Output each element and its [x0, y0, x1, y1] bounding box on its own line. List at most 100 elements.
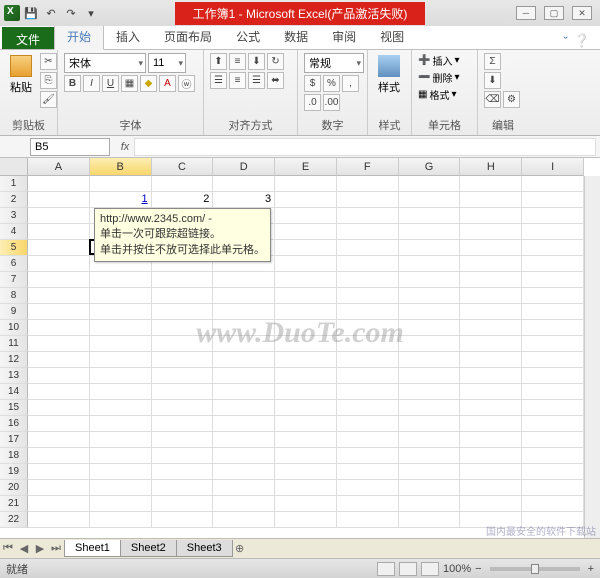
paste-button[interactable]: 粘贴 [6, 53, 36, 97]
qat-save-icon[interactable]: 💾 [22, 4, 40, 22]
delete-cells-button[interactable]: ➖删除▾ [418, 70, 459, 85]
cell-E12[interactable] [275, 352, 337, 368]
autosum-icon[interactable]: Σ [484, 53, 501, 70]
cell-E2[interactable] [275, 192, 337, 208]
font-size-combo[interactable]: 11 [148, 53, 186, 73]
cell-F16[interactable] [337, 416, 399, 432]
cell-G4[interactable] [399, 224, 461, 240]
row-header-13[interactable]: 13 [0, 368, 28, 384]
cut-icon[interactable]: ✂ [40, 53, 57, 70]
cell-C17[interactable] [152, 432, 214, 448]
cell-I13[interactable] [522, 368, 584, 384]
cell-G12[interactable] [399, 352, 461, 368]
cell-E1[interactable] [275, 176, 337, 192]
cell-D8[interactable] [213, 288, 275, 304]
cell-B10[interactable] [90, 320, 152, 336]
cell-B12[interactable] [90, 352, 152, 368]
cell-G1[interactable] [399, 176, 461, 192]
cell-F13[interactable] [337, 368, 399, 384]
clear-icon[interactable]: ⌫ [484, 91, 501, 108]
cell-F14[interactable] [337, 384, 399, 400]
cell-G5[interactable] [399, 240, 461, 256]
cell-G20[interactable] [399, 480, 461, 496]
row-header-7[interactable]: 7 [0, 272, 28, 288]
cell-H11[interactable] [460, 336, 522, 352]
underline-button[interactable]: U [102, 75, 119, 92]
cell-D14[interactable] [213, 384, 275, 400]
comma-icon[interactable]: , [342, 75, 359, 92]
cell-H16[interactable] [460, 416, 522, 432]
cell-D21[interactable] [213, 496, 275, 512]
zoom-out-icon[interactable]: − [475, 563, 481, 575]
tab-review[interactable]: 审阅 [320, 24, 368, 49]
cell-G22[interactable] [399, 512, 461, 528]
cell-D1[interactable] [213, 176, 275, 192]
cell-A14[interactable] [28, 384, 90, 400]
cell-G19[interactable] [399, 464, 461, 480]
cell-A15[interactable] [28, 400, 90, 416]
cell-I3[interactable] [522, 208, 584, 224]
cell-A6[interactable] [28, 256, 90, 272]
cell-G21[interactable] [399, 496, 461, 512]
sheet-nav-first-icon[interactable]: ⏮ [0, 542, 16, 555]
cell-E15[interactable] [275, 400, 337, 416]
cell-F4[interactable] [337, 224, 399, 240]
cell-D7[interactable] [213, 272, 275, 288]
cell-H6[interactable] [460, 256, 522, 272]
cell-C9[interactable] [152, 304, 214, 320]
insert-cells-button[interactable]: ➕插入▾ [418, 53, 459, 68]
new-sheet-icon[interactable]: ⊕ [232, 542, 248, 555]
row-header-11[interactable]: 11 [0, 336, 28, 352]
cell-A12[interactable] [28, 352, 90, 368]
cell-H10[interactable] [460, 320, 522, 336]
cell-E13[interactable] [275, 368, 337, 384]
cell-E20[interactable] [275, 480, 337, 496]
cell-H18[interactable] [460, 448, 522, 464]
cell-C19[interactable] [152, 464, 214, 480]
font-name-combo[interactable]: 宋体 [64, 53, 146, 73]
cell-C21[interactable] [152, 496, 214, 512]
formula-input[interactable] [134, 138, 596, 156]
row-header-16[interactable]: 16 [0, 416, 28, 432]
cell-D2[interactable]: 3 [213, 192, 275, 208]
cell-H2[interactable] [460, 192, 522, 208]
sheet-nav-prev-icon[interactable]: ◀ [16, 542, 32, 555]
cell-F1[interactable] [337, 176, 399, 192]
zoom-in-icon[interactable]: + [588, 563, 594, 575]
cell-C10[interactable] [152, 320, 214, 336]
sort-filter-icon[interactable]: ⚙ [503, 91, 520, 108]
cell-D11[interactable] [213, 336, 275, 352]
cell-E22[interactable] [275, 512, 337, 528]
row-header-20[interactable]: 20 [0, 480, 28, 496]
cell-I9[interactable] [522, 304, 584, 320]
cell-H5[interactable] [460, 240, 522, 256]
cell-B15[interactable] [90, 400, 152, 416]
cell-F12[interactable] [337, 352, 399, 368]
cell-B2[interactable]: 1 [90, 192, 152, 208]
align-right-icon[interactable]: ☰ [248, 72, 265, 89]
cell-E21[interactable] [275, 496, 337, 512]
merge-icon[interactable]: ⬌ [267, 72, 284, 89]
cell-A3[interactable] [28, 208, 90, 224]
column-header-H[interactable]: H [460, 158, 522, 176]
cell-F19[interactable] [337, 464, 399, 480]
column-header-I[interactable]: I [522, 158, 584, 176]
row-header-18[interactable]: 18 [0, 448, 28, 464]
sheet-nav-next-icon[interactable]: ▶ [32, 542, 48, 555]
cell-I8[interactable] [522, 288, 584, 304]
cell-F6[interactable] [337, 256, 399, 272]
cell-F2[interactable] [337, 192, 399, 208]
cell-D20[interactable] [213, 480, 275, 496]
select-all-corner[interactable] [0, 158, 28, 176]
row-header-22[interactable]: 22 [0, 512, 28, 528]
currency-icon[interactable]: $ [304, 75, 321, 92]
cell-H17[interactable] [460, 432, 522, 448]
decrease-decimal-icon[interactable]: .00 [323, 94, 340, 111]
worksheet-grid[interactable]: ABCDEFGHI 123456789101112131415161718192… [0, 158, 600, 538]
cell-C16[interactable] [152, 416, 214, 432]
cell-A22[interactable] [28, 512, 90, 528]
percent-icon[interactable]: % [323, 75, 340, 92]
cell-C14[interactable] [152, 384, 214, 400]
cell-E14[interactable] [275, 384, 337, 400]
cell-B11[interactable] [90, 336, 152, 352]
